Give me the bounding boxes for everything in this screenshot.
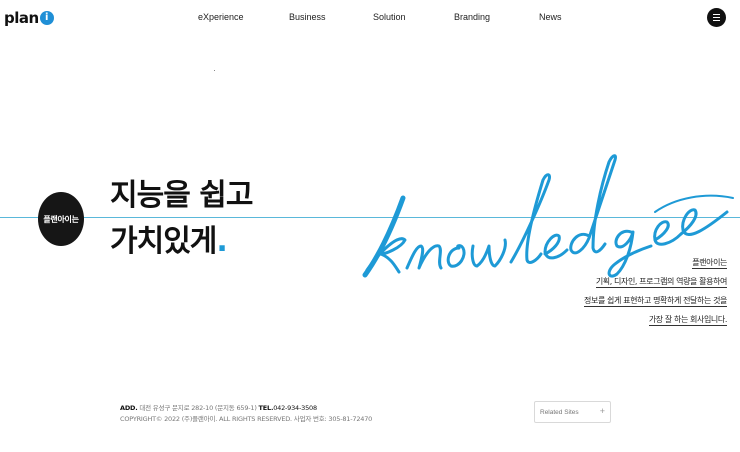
- headline-line-1: 지능을 쉽고: [110, 178, 253, 213]
- headline-line-2: 가치있게.: [110, 224, 228, 259]
- description-line: 가장 잘 하는 회사입니다.: [648, 315, 727, 326]
- address-text: 대전 유성구 문지로 282-10 (문지동 659-1): [139, 404, 257, 412]
- decorative-dot: [214, 70, 215, 71]
- hamburger-icon[interactable]: [707, 8, 726, 27]
- description-line: 플랜아이는: [692, 258, 727, 269]
- nav-solution[interactable]: Solution: [373, 12, 406, 22]
- footer-copyright: COPYRIGHT© 2022 (주)플랜아이. ALL RIGHTS RESE…: [120, 415, 373, 423]
- company-description: 플랜아이는 기획, 디자인, 프로그램의 역량을 활용하여 정보를 쉽게 표현하…: [584, 258, 727, 334]
- footer: ADD. 대전 유성구 문지로 282-10 (문지동 659-1) TEL.0…: [120, 403, 372, 425]
- badge-label: 플랜아이는: [43, 214, 79, 224]
- nav-branding[interactable]: Branding: [454, 12, 490, 22]
- nav-business[interactable]: Business: [289, 12, 326, 22]
- description-line: 기획, 디자인, 프로그램의 역량을 활용하여: [595, 277, 727, 288]
- description-line: 정보를 쉽게 표현하고 명확하게 전달하는 것을: [584, 296, 727, 307]
- intro-badge: 플랜아이는: [38, 192, 84, 246]
- tel-label: TEL.: [258, 404, 274, 412]
- headline-accent-dot: .: [216, 224, 227, 259]
- tel-number: 042-934-3508: [273, 404, 317, 412]
- main-nav: eXperience Business Solution Branding Ne…: [0, 12, 740, 26]
- address-label: ADD.: [120, 404, 138, 412]
- nav-news[interactable]: News: [539, 12, 562, 22]
- plus-icon[interactable]: +: [600, 406, 605, 416]
- hero-headline: 지능을 쉽고 가치있게.: [110, 173, 253, 265]
- related-sites-label: Related Sites: [540, 409, 579, 416]
- footer-contact: ADD. 대전 유성구 문지로 282-10 (문지동 659-1) TEL.0…: [120, 403, 372, 414]
- related-sites-select[interactable]: Related Sites +: [534, 401, 611, 423]
- nav-experience[interactable]: eXperience: [198, 12, 244, 22]
